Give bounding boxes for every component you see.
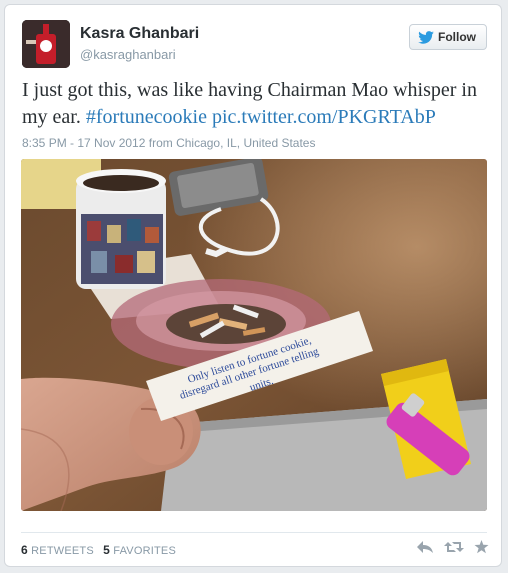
avatar[interactable] xyxy=(22,20,70,68)
tweet-photo[interactable]: LT Only listen to fortune cookie, disreg… xyxy=(21,159,487,511)
follow-button[interactable]: Follow xyxy=(409,24,487,50)
follow-label: Follow xyxy=(438,30,476,44)
favorites-stat[interactable]: 5 FAVORITES xyxy=(103,543,176,557)
favorites-count: 5 xyxy=(103,543,110,557)
tweet-timestamp[interactable]: 8:35 PM - 17 Nov 2012 from Chicago, IL, … xyxy=(22,136,315,150)
hashtag-link[interactable]: #fortunecookie xyxy=(86,106,207,128)
favorites-label: FAVORITES xyxy=(113,545,176,557)
retweet-icon[interactable] xyxy=(444,540,464,554)
retweets-label: RETWEETS xyxy=(31,545,94,557)
tweet-actions xyxy=(416,540,489,554)
pic-link[interactable]: pic.twitter.com/PKGRTAbP xyxy=(212,106,436,128)
retweets-count: 6 xyxy=(21,543,28,557)
retweets-stat[interactable]: 6 RETWEETS xyxy=(21,543,94,557)
mug xyxy=(76,169,166,289)
tweet-text: I just got this, was like having Chairma… xyxy=(22,77,492,131)
reply-icon[interactable] xyxy=(416,540,434,554)
favorite-icon[interactable] xyxy=(474,540,489,554)
tweet-card: Kasra Ghanbari @kasraghanbari Follow I j… xyxy=(4,4,502,567)
user-name[interactable]: Kasra Ghanbari xyxy=(80,25,199,43)
user-handle[interactable]: @kasraghanbari xyxy=(80,47,176,62)
twitter-bird-icon xyxy=(418,30,434,44)
